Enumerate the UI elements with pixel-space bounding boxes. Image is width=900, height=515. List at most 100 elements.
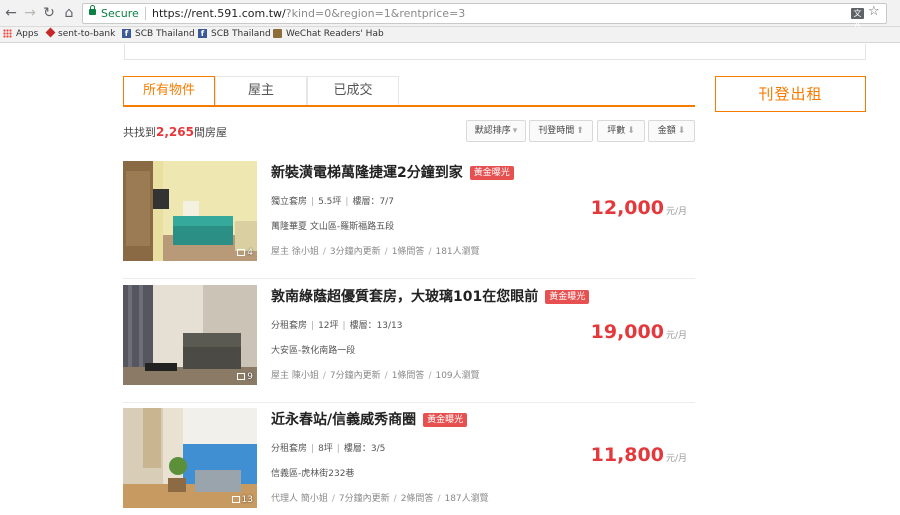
arrow-down-icon: ⬇ — [627, 126, 635, 136]
result-prefix: 共找到 — [123, 126, 156, 139]
tab-all-listings[interactable]: 所有物件 — [123, 76, 215, 105]
bank-diamond-icon — [45, 27, 56, 38]
listing-item[interactable]: 4 新裝潢電梯萬隆捷運2分鐘到家 黃金曝光 獨立套房 | 5.5坪 | 樓層：7/7 萬隆… — [123, 161, 695, 279]
room-type: 獨立套房 — [271, 197, 308, 207]
photo-icon — [237, 373, 246, 380]
listing-title-text: 近永春站/信義威秀商圈 — [271, 412, 417, 428]
result-number: 2,265 — [156, 125, 194, 139]
tab-closed-deals[interactable]: 已成交 — [307, 76, 399, 105]
listing-info: 屋主 陳小姐/7分鐘內更新/1條問答/109人瀏覽 — [271, 371, 480, 381]
room-floor: 樓層：3/5 — [343, 444, 386, 454]
url-separator — [145, 7, 146, 20]
listing-specs: 分租套房 | 12坪 | 樓層：13/13 — [271, 321, 403, 331]
back-arrow-icon[interactable]: ← — [2, 4, 20, 22]
url-query: ?kind=0&region=1&rentprice=3 — [285, 7, 466, 20]
facebook-icon: f — [198, 29, 207, 38]
sort-default-button[interactable]: 默認排序 ▾ — [466, 120, 526, 142]
listing-tabs: 所有物件 屋主 已成交 — [123, 76, 695, 107]
listing-price: 11,800 元/月 — [591, 444, 687, 466]
result-suffix: 間房屋 — [193, 126, 227, 139]
photo-count-value: 13 — [241, 495, 253, 505]
room-type: 分租套房 — [271, 444, 308, 454]
room-size: 12坪 — [318, 321, 339, 331]
listing-owner: 屋主 陳小姐 — [271, 371, 319, 381]
room-photo-graphic — [123, 285, 257, 385]
sort-size-button[interactable]: 坪數 ⬇ — [597, 120, 645, 142]
home-icon[interactable]: ⌂ — [60, 4, 78, 22]
result-count: 共找到2,265間房屋 — [123, 124, 227, 140]
gold-exposure-badge: 黃金曝光 — [423, 413, 468, 427]
room-floor: 樓層：7/7 — [352, 197, 394, 207]
listing-address: 萬隆華夏 文山區-羅斯福路五段 — [271, 222, 395, 232]
bookmark-scb-thailand-1[interactable]: f SCB Thailand — [122, 27, 195, 42]
listing-price: 19,000 元/月 — [591, 321, 687, 343]
listing-title[interactable]: 新裝潢電梯萬隆捷運2分鐘到家 黃金曝光 — [271, 162, 514, 182]
listing-views: 181人瀏覽 — [435, 247, 480, 257]
wechat-icon — [273, 29, 282, 38]
search-panel-bottom-edge — [124, 44, 866, 60]
post-rental-button[interactable]: 刊登出租 — [715, 76, 866, 112]
browser-toolbar: ← → ↻ ⌂ Secure https://rent.591.com.tw/?… — [0, 0, 900, 29]
listing-updated: 3分鐘內更新 — [329, 247, 381, 257]
listing-updated: 7分鐘內更新 — [338, 494, 390, 504]
listing-photo[interactable]: 9 — [123, 285, 257, 385]
tab-owner[interactable]: 屋主 — [215, 76, 307, 105]
bookmark-apps[interactable]: Apps — [3, 27, 38, 42]
listing-views: 109人瀏覽 — [435, 371, 480, 381]
listing-divider — [123, 278, 695, 279]
listing-photo[interactable]: 4 — [123, 161, 257, 261]
listing-item[interactable]: 9 敦南綠蔭超優質套房，大玻璃101在您眼前 黃金曝光 分租套房 | 12坪 | 樓層：1… — [123, 285, 695, 403]
address-bar[interactable]: Secure https://rent.591.com.tw/?kind=0&r… — [82, 3, 887, 24]
arrow-down-icon: ⬇ — [677, 126, 686, 136]
apps-grid-icon — [3, 29, 12, 38]
price-amount: 12,000 — [590, 197, 664, 219]
photo-count: 13 — [231, 495, 253, 505]
facebook-icon: f — [122, 29, 131, 38]
listing-title[interactable]: 敦南綠蔭超優質套房，大玻璃101在您眼前 黃金曝光 — [271, 286, 590, 306]
listing-updated: 7分鐘內更新 — [329, 371, 381, 381]
arrow-up-icon: ⬆ — [576, 126, 584, 136]
room-size: 5.5坪 — [318, 197, 342, 207]
photo-count-value: 4 — [247, 248, 253, 258]
room-photo-graphic — [123, 161, 257, 261]
price-unit: 元/月 — [665, 207, 687, 217]
listing-title-text: 新裝潢電梯萬隆捷運2分鐘到家 — [271, 165, 463, 181]
gold-exposure-badge: 黃金曝光 — [545, 290, 590, 304]
listing-title[interactable]: 近永春站/信義威秀商圈 黃金曝光 — [271, 409, 468, 429]
listing-title-text: 敦南綠蔭超優質套房，大玻璃101在您眼前 — [271, 289, 539, 305]
listing-questions: 2條問答 — [400, 494, 434, 504]
photo-count: 9 — [237, 372, 253, 382]
sort-post-time-button[interactable]: 刊登時間 ⬆ — [529, 120, 593, 142]
price-unit: 元/月 — [665, 454, 687, 464]
bookmark-label: SCB Thailand — [135, 29, 195, 39]
bookmark-star-icon[interactable]: ☆ — [868, 4, 880, 19]
sort-label: 刊登時間 — [538, 126, 575, 136]
listing-item[interactable]: 13 近永春站/信義威秀商圈 黃金曝光 分租套房 | 8坪 | 樓層：3/5 信義區-虎林… — [123, 408, 695, 514]
listing-questions: 1條問答 — [391, 371, 425, 381]
listing-owner: 代理人 簡小姐 — [271, 494, 328, 504]
room-type: 分租套房 — [271, 321, 308, 331]
bookmark-label: sent-to-bank — [58, 29, 116, 39]
sort-label: 坪數 — [607, 126, 626, 136]
listing-photo[interactable]: 13 — [123, 408, 257, 508]
listing-views: 187人瀏覽 — [444, 494, 489, 504]
forward-arrow-icon[interactable]: → — [21, 4, 39, 22]
bookmark-wechat-readers[interactable]: WeChat Readers' Hab — [273, 27, 384, 42]
bookmark-label: WeChat Readers' Hab — [286, 29, 384, 39]
listing-specs: 獨立套房 | 5.5坪 | 樓層：7/7 — [271, 197, 394, 207]
listing-owner: 屋主 徐小姐 — [271, 247, 319, 257]
photo-icon — [237, 249, 246, 256]
secure-label: Secure — [101, 7, 139, 20]
listing-specs: 分租套房 | 8坪 | 樓層：3/5 — [271, 444, 386, 454]
bookmark-label: Apps — [16, 29, 39, 39]
listing-info: 代理人 簡小姐/7分鐘內更新/2條問答/187人瀏覽 — [271, 494, 489, 504]
sort-label: 默認排序 — [474, 126, 511, 136]
bookmark-label: SCB Thailand — [211, 29, 271, 39]
sort-price-button[interactable]: 金額 ⬇ — [648, 120, 695, 142]
translate-icon[interactable]: 文A — [851, 8, 864, 29]
reload-icon[interactable]: ↻ — [40, 4, 58, 22]
url-text: https://rent.591.com.tw/?kind=0&region=1… — [152, 4, 465, 23]
bookmark-scb-thailand-2[interactable]: f SCB Thailand — [198, 27, 271, 42]
price-amount: 19,000 — [590, 321, 664, 343]
bookmark-sent-to-bank[interactable]: sent-to-bank — [45, 27, 116, 42]
